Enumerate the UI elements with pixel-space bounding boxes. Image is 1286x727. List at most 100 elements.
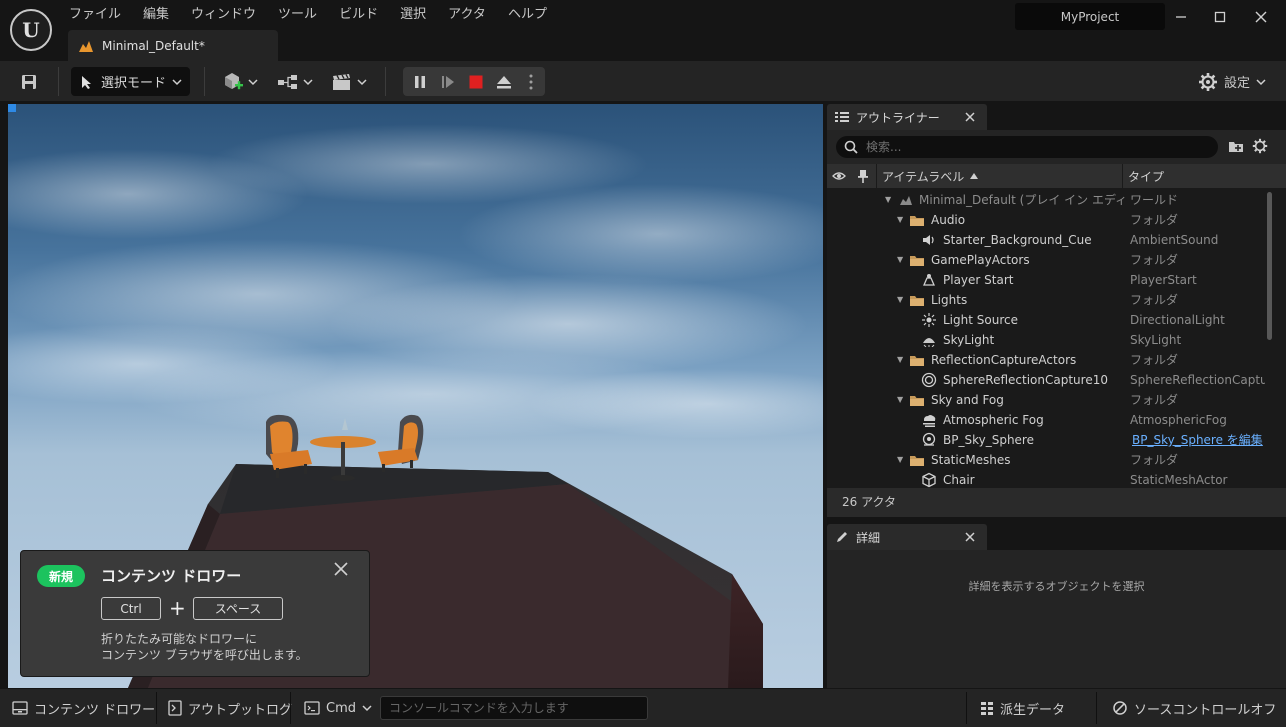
save-button[interactable] xyxy=(16,68,42,95)
menu-tools[interactable]: ツール xyxy=(267,5,328,25)
tree-row-folder[interactable]: ▼ GamePlayActors フォルダ xyxy=(827,250,1265,270)
tree-row-folder[interactable]: ▼ ReflectionCaptureActors フォルダ xyxy=(827,350,1265,370)
output-log-button[interactable]: アウトプットログ xyxy=(160,692,300,724)
expand-arrow-icon[interactable]: ▼ xyxy=(897,390,907,410)
edit-blueprint-link[interactable]: BP_Sky_Sphere を編集 xyxy=(1132,430,1265,450)
tree-row-type: フォルダ xyxy=(1130,353,1179,367)
pause-icon xyxy=(415,75,425,88)
folder-icon xyxy=(909,252,925,268)
outliner-toolbar xyxy=(827,130,1286,164)
add-actor-button[interactable] xyxy=(220,68,260,95)
popup-close-button[interactable] xyxy=(331,559,351,579)
item-label-column[interactable]: アイテムラベル xyxy=(882,164,1122,188)
tree-row-actor[interactable]: SphereReflectionCapture10 SphereReflecti… xyxy=(827,370,1265,390)
outliner-search-box[interactable] xyxy=(836,136,1218,158)
expand-arrow-icon[interactable]: ▼ xyxy=(897,350,907,370)
tree-row-folder[interactable]: ▼ Audio フォルダ xyxy=(827,210,1265,230)
folder-icon xyxy=(909,452,925,468)
chevron-down-icon xyxy=(303,78,313,85)
eject-button[interactable] xyxy=(491,68,517,95)
outliner-search-input[interactable] xyxy=(866,140,1196,154)
step-frame-button[interactable] xyxy=(435,68,461,95)
save-icon xyxy=(22,74,36,89)
tree-row-world[interactable]: ▼ Minimal_Default (プレイ イン エディタ) ワールド xyxy=(827,190,1265,210)
tree-row-actor[interactable]: Starter_Background_Cue AmbientSound xyxy=(827,230,1265,250)
viewport-focus-indicator xyxy=(8,104,16,112)
popup-desc-line2: コンテンツ ブラウザを呼び出します。 xyxy=(101,648,308,662)
minimize-button[interactable] xyxy=(1166,6,1196,28)
outliner-column-header: アイテムラベル タイプ xyxy=(827,164,1286,188)
expand-arrow-icon[interactable]: ▼ xyxy=(885,190,895,210)
tree-row-actor[interactable]: SkyLight SkyLight xyxy=(827,330,1265,350)
tree-row-label: GamePlayActors xyxy=(931,253,1030,267)
outliner-scrollbar[interactable] xyxy=(1267,192,1272,340)
column-divider xyxy=(1122,164,1123,188)
details-tab[interactable]: 詳細 xyxy=(827,524,987,550)
selection-mode-dropdown[interactable]: 選択モード xyxy=(71,67,190,96)
pause-button[interactable] xyxy=(407,68,433,95)
cmd-dropdown[interactable]: Cmd xyxy=(296,692,380,724)
tree-row-actor[interactable]: BP_Sky_Sphere BP_Sky_Sphere を編集 xyxy=(827,430,1265,450)
level-tab[interactable]: Minimal_Default* xyxy=(68,30,278,61)
folder-icon xyxy=(909,292,925,308)
outliner-tab[interactable]: アウトライナー xyxy=(827,104,987,130)
stop-button[interactable] xyxy=(463,68,489,95)
menu-build[interactable]: ビルド xyxy=(328,5,389,25)
menu-edit[interactable]: 編集 xyxy=(132,5,180,25)
derived-data-label: 派生データ xyxy=(1000,702,1066,718)
clapperboard-icon xyxy=(333,73,350,90)
maximize-button[interactable] xyxy=(1205,6,1235,28)
tree-row-folder[interactable]: ▼ Sky and Fog フォルダ xyxy=(827,390,1265,410)
toolbar-separator xyxy=(385,67,386,96)
expand-arrow-icon[interactable]: ▼ xyxy=(897,210,907,230)
tree-row-label: SkyLight xyxy=(943,333,995,347)
close-window-button[interactable] xyxy=(1246,6,1276,28)
unreal-logo-icon[interactable]: U xyxy=(10,9,52,51)
expand-arrow-icon[interactable]: ▼ xyxy=(897,290,907,310)
tree-row-type: PlayerStart xyxy=(1130,273,1197,287)
menu-actor[interactable]: アクタ xyxy=(437,5,497,25)
blueprint-button[interactable] xyxy=(276,68,314,95)
tree-row-folder[interactable]: ▼ StaticMeshes フォルダ xyxy=(827,450,1265,470)
outliner-panel: アウトライナー アイテムラベル タイプ xyxy=(827,104,1286,517)
folder-icon xyxy=(909,212,925,228)
play-controls xyxy=(403,67,545,96)
menu-file[interactable]: ファイル xyxy=(58,5,132,25)
tree-row-actor[interactable]: Light Source DirectionalLight xyxy=(827,310,1265,330)
visibility-column[interactable] xyxy=(832,164,850,188)
cinematics-button[interactable] xyxy=(330,68,368,95)
type-column[interactable]: タイプ xyxy=(1128,164,1258,188)
tree-row-type: フォルダ xyxy=(1130,293,1179,307)
tree-row-actor[interactable]: Player Start PlayerStart xyxy=(827,270,1265,290)
project-name[interactable]: MyProject xyxy=(1015,3,1165,30)
menu-window[interactable]: ウィンドウ xyxy=(180,5,267,25)
tree-row-label: Starter_Background_Cue xyxy=(943,233,1092,247)
outliner-settings-button[interactable] xyxy=(1252,138,1270,156)
play-options-button[interactable] xyxy=(521,68,541,95)
close-tab-icon[interactable] xyxy=(965,112,975,122)
tree-row-folder[interactable]: ▼ Lights フォルダ xyxy=(827,290,1265,310)
tree-row-label: ReflectionCaptureActors xyxy=(931,353,1077,367)
pin-column[interactable] xyxy=(858,164,872,188)
console-command-input[interactable] xyxy=(380,696,648,720)
close-icon xyxy=(1255,11,1267,23)
add-folder-button[interactable] xyxy=(1228,139,1246,155)
close-icon xyxy=(334,562,348,576)
content-drawer-button[interactable]: コンテンツ ドロワー xyxy=(4,692,163,724)
outliner-status-bar: 26 アクタ xyxy=(827,488,1286,517)
tree-row-actor[interactable]: Chair StaticMeshActor xyxy=(827,470,1265,488)
derived-data-button[interactable]: 派生データ xyxy=(972,692,1073,724)
menu-select[interactable]: 選択 xyxy=(389,5,437,25)
tree-row-actor[interactable]: Atmospheric Fog AtmosphericFog xyxy=(827,410,1265,430)
popup-desc-line1: 折りたたみ可能なドロワーに xyxy=(101,632,258,646)
source-control-button[interactable]: ソースコントロールオフ xyxy=(1104,692,1284,724)
settings-button[interactable]: 設定 xyxy=(1196,68,1268,95)
add-folder-icon xyxy=(1229,142,1243,152)
menu-help[interactable]: ヘルプ xyxy=(497,5,558,25)
close-tab-icon[interactable] xyxy=(965,532,975,542)
expand-arrow-icon[interactable]: ▼ xyxy=(897,250,907,270)
shortcut-key-space: スペース xyxy=(193,597,283,620)
expand-arrow-icon[interactable]: ▼ xyxy=(897,450,907,470)
tree-row-type: フォルダ xyxy=(1130,253,1179,267)
derived-data-icon xyxy=(981,702,993,715)
